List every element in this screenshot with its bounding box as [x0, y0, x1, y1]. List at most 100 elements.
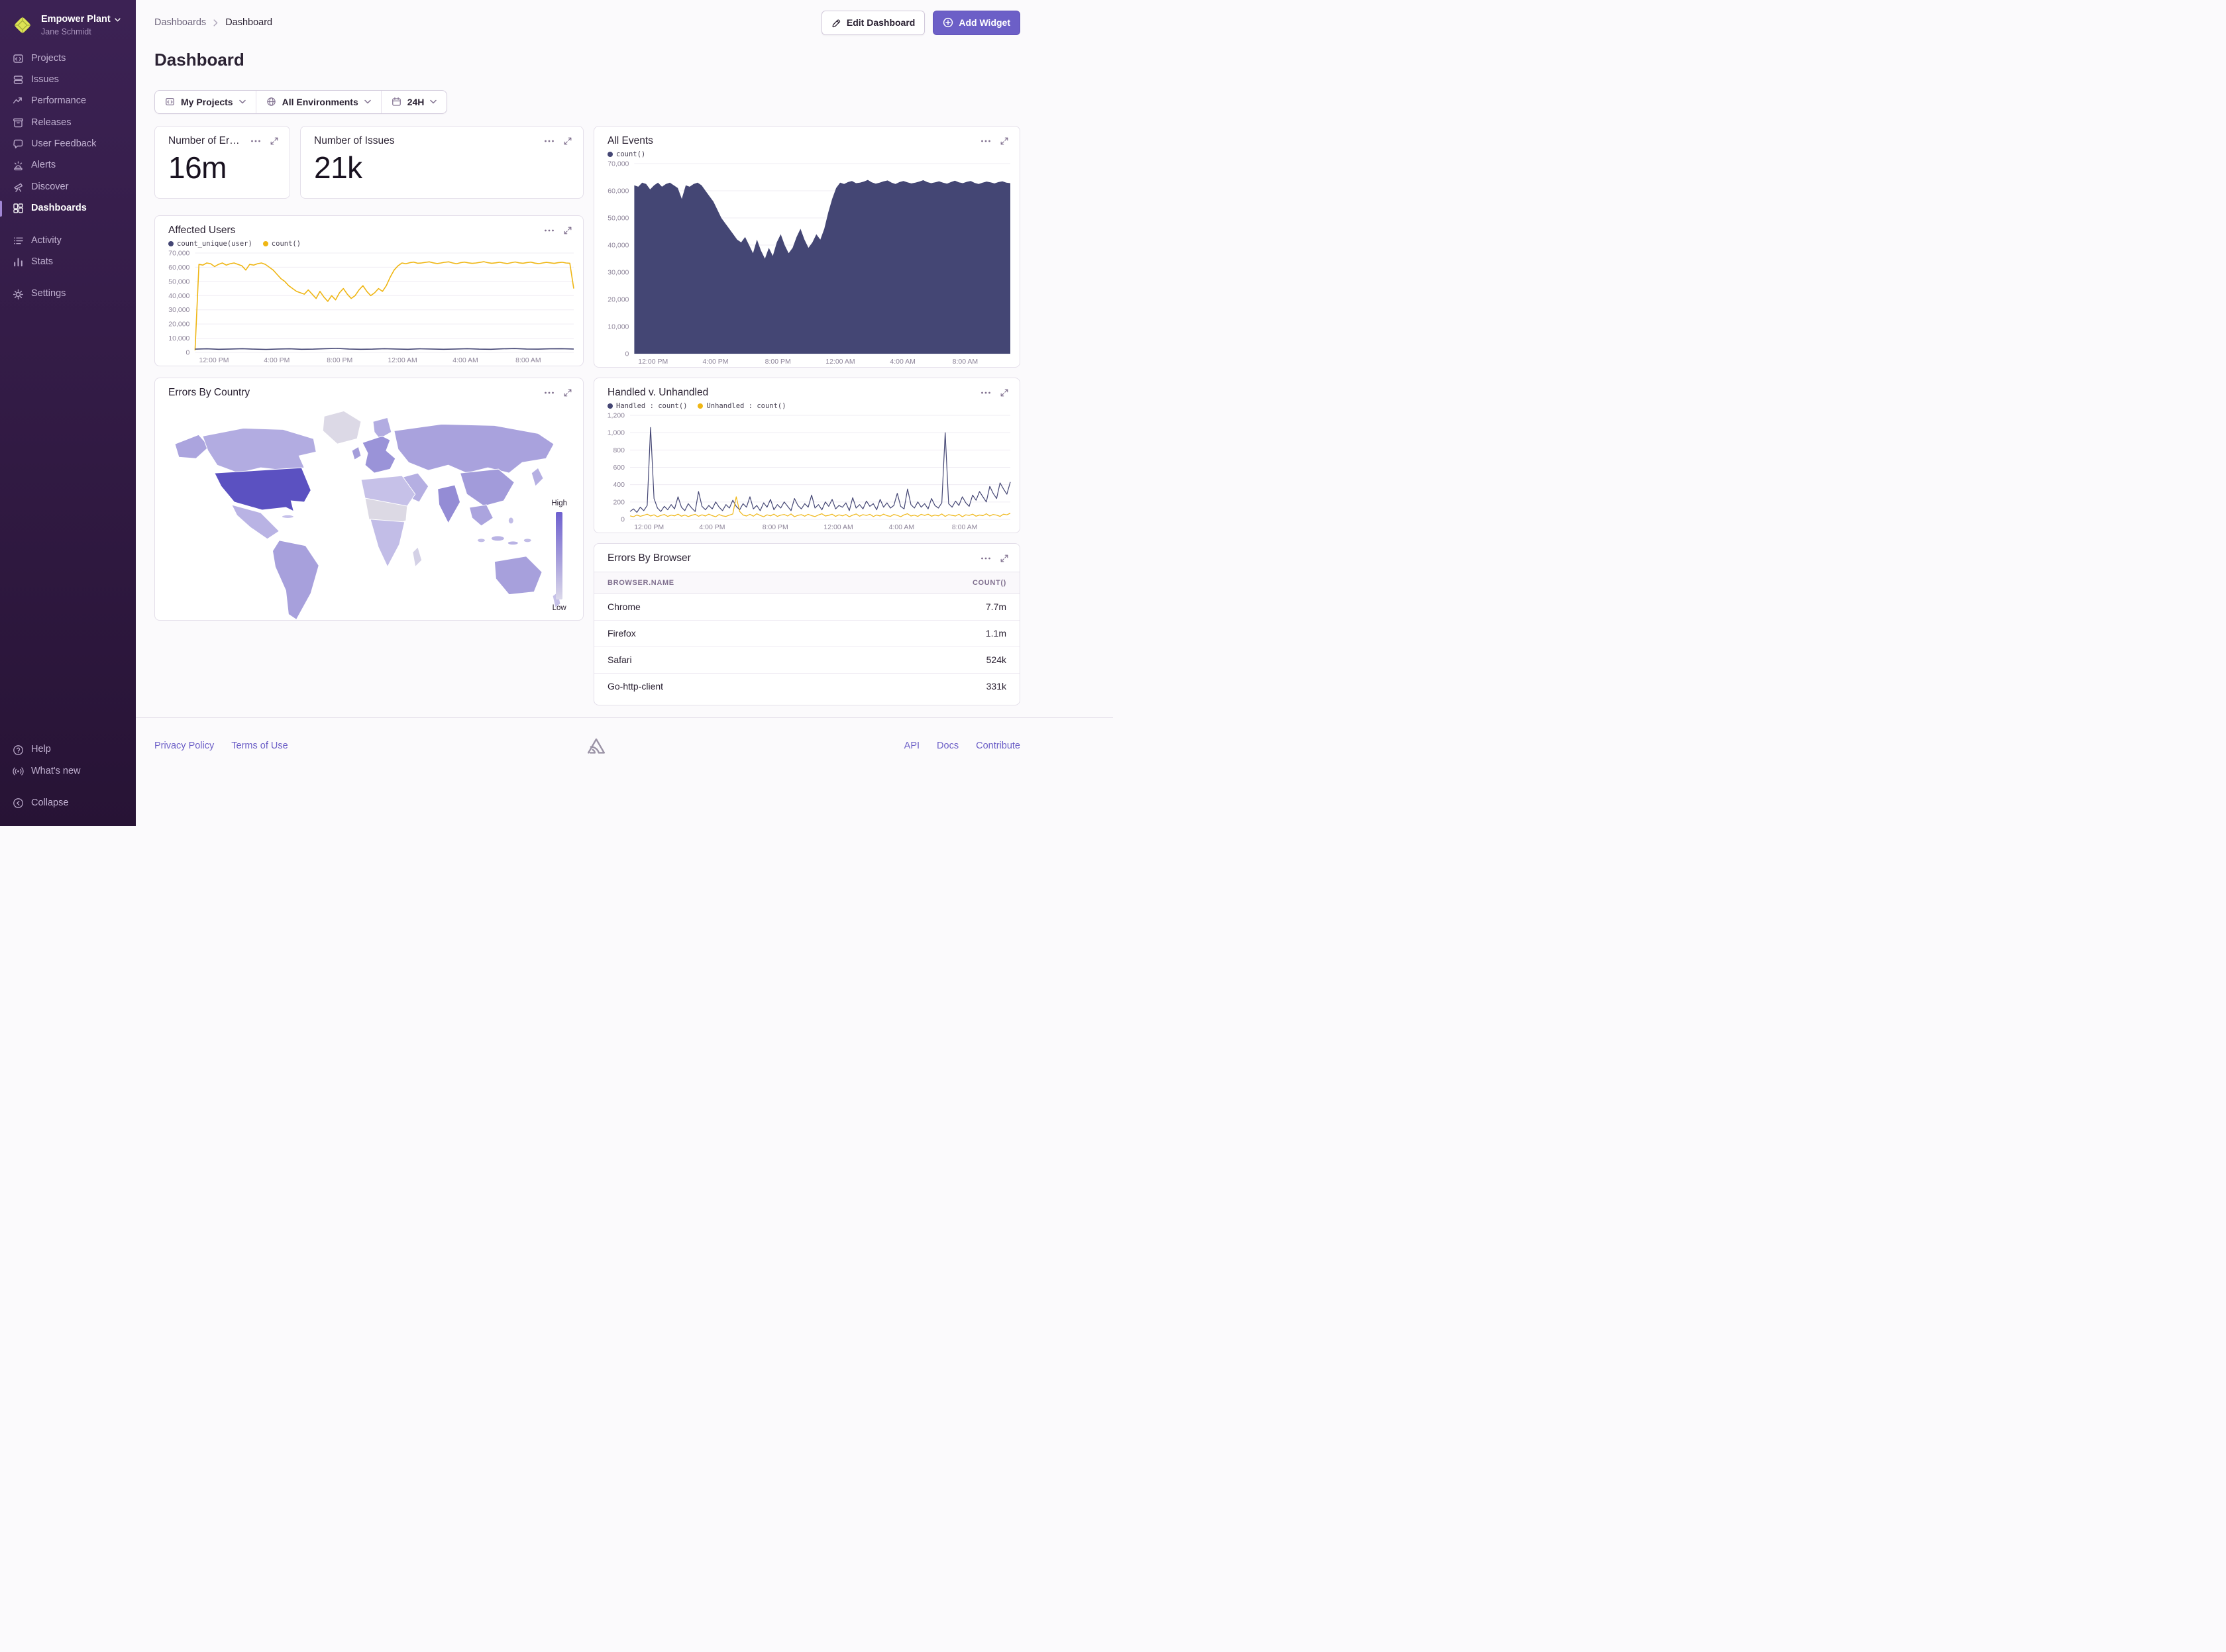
widget-expand-button[interactable] — [562, 387, 574, 399]
chart-legend: count() — [594, 147, 1020, 158]
table-row: Firefox 1.1m — [594, 620, 1020, 646]
sidebar-item-settings[interactable]: Settings — [0, 284, 136, 305]
sidebar-item-label: Releases — [31, 117, 71, 129]
dashboards-icon — [13, 203, 24, 214]
legend-label: Handled : count() — [616, 402, 687, 410]
sidebar-item-projects[interactable]: Projects — [0, 48, 136, 69]
widget-menu-button[interactable] — [543, 225, 555, 236]
svg-text:4:00 AM: 4:00 AM — [890, 358, 916, 366]
sidebar-item-help[interactable]: Help — [0, 739, 136, 760]
chevron-down-icon — [364, 99, 371, 104]
legend-low-label: Low — [553, 604, 566, 612]
widget-expand-button[interactable] — [268, 135, 280, 147]
filter-bar: My Projects All Environments 24H — [154, 90, 447, 114]
date-range-dropdown[interactable]: 24H — [381, 91, 447, 113]
svg-text:8:00 AM: 8:00 AM — [952, 523, 978, 531]
widget-menu-button[interactable] — [543, 387, 555, 399]
docs-link[interactable]: Docs — [937, 741, 959, 751]
sidebar-item-label: Discover — [31, 181, 68, 193]
breadcrumb-current: Dashboard — [225, 17, 272, 28]
sidebar-item-label: What's new — [31, 766, 81, 777]
calendar-icon — [392, 97, 401, 107]
legend-gradient-bar — [556, 512, 562, 599]
widget-all-events: All Events count() 010,00020,00030,00040… — [594, 126, 1020, 368]
widget-menu-button[interactable] — [980, 552, 992, 564]
widget-menu-button[interactable] — [543, 135, 555, 147]
svg-text:4:00 AM: 4:00 AM — [452, 356, 478, 364]
edit-dashboard-label: Edit Dashboard — [847, 17, 915, 28]
pencil-icon — [831, 18, 841, 28]
sidebar-item-alerts[interactable]: Alerts — [0, 155, 136, 176]
terms-of-use-link[interactable]: Terms of Use — [231, 741, 288, 751]
legend-dot — [608, 403, 613, 409]
errors-by-browser-table: BROWSER.NAME COUNT() Chrome 7.7m — [594, 572, 1020, 699]
svg-text:1,200: 1,200 — [608, 411, 625, 419]
add-widget-button[interactable]: Add Widget — [933, 11, 1020, 35]
breadcrumb-dashboards-link[interactable]: Dashboards — [154, 17, 206, 28]
sidebar-item-releases[interactable]: Releases — [0, 112, 136, 133]
sidebar-collapse-button[interactable]: Collapse — [0, 793, 136, 814]
contribute-link[interactable]: Contribute — [976, 741, 1020, 751]
widget-menu-button[interactable] — [980, 387, 992, 399]
widget-expand-button[interactable] — [562, 225, 574, 236]
sidebar-nav: Projects Issues Performance Releases Use… — [0, 48, 136, 305]
svg-text:8:00 PM: 8:00 PM — [765, 358, 791, 366]
projects-filter-icon — [165, 97, 175, 107]
browser-name-cell: Chrome — [594, 594, 853, 620]
broadcast-icon — [13, 766, 24, 777]
browser-name-cell: Go-http-client — [594, 673, 853, 699]
plus-circle-icon — [943, 17, 953, 28]
project-filter-dropdown[interactable]: My Projects — [155, 91, 256, 113]
svg-text:12:00 PM: 12:00 PM — [634, 523, 664, 531]
legend-high-label: High — [551, 499, 567, 507]
edit-dashboard-button[interactable]: Edit Dashboard — [822, 11, 925, 35]
big-number-value: 21k — [314, 151, 583, 185]
svg-text:0: 0 — [186, 348, 190, 356]
widget-expand-button[interactable] — [998, 387, 1010, 399]
sidebar-item-dashboards[interactable]: Dashboards — [0, 198, 136, 219]
table-row: Safari 524k — [594, 646, 1020, 673]
privacy-policy-link[interactable]: Privacy Policy — [154, 741, 214, 751]
sidebar-item-stats[interactable]: Stats — [0, 252, 136, 273]
chevron-down-icon — [239, 99, 246, 104]
breadcrumb: Dashboards Dashboard — [154, 17, 272, 28]
feedback-icon — [13, 138, 24, 150]
widget-number-of-issues: Number of Issues 21k — [300, 126, 584, 199]
environment-filter-value: All Environments — [282, 97, 358, 107]
environment-filter-dropdown[interactable]: All Environments — [256, 91, 381, 113]
all-events-chart: 010,00020,00030,00040,00050,00060,00070,… — [598, 160, 1013, 366]
widget-expand-button[interactable] — [562, 135, 574, 147]
sidebar-item-whats-new[interactable]: What's new — [0, 760, 136, 782]
activity-icon — [13, 235, 24, 246]
svg-text:200: 200 — [613, 498, 625, 506]
project-filter-value: My Projects — [181, 97, 233, 107]
org-switcher[interactable]: Empower Plant Jane Schmidt — [0, 9, 136, 48]
page-title: Dashboard — [154, 50, 1020, 70]
api-link[interactable]: API — [904, 741, 920, 751]
widget-menu-button[interactable] — [980, 135, 992, 147]
legend-label: Unhandled : count() — [706, 402, 786, 410]
widget-menu-button[interactable] — [250, 135, 262, 147]
sidebar-item-user-feedback[interactable]: User Feedback — [0, 134, 136, 155]
sidebar-item-discover[interactable]: Discover — [0, 176, 136, 197]
svg-text:0: 0 — [625, 350, 629, 358]
widget-expand-button[interactable] — [998, 552, 1010, 564]
sidebar-item-performance[interactable]: Performance — [0, 91, 136, 112]
svg-text:8:00 AM: 8:00 AM — [515, 356, 541, 364]
widget-expand-button[interactable] — [998, 135, 1010, 147]
svg-text:50,000: 50,000 — [168, 278, 189, 285]
count-cell: 524k — [853, 646, 1020, 673]
topbar: Dashboards Dashboard Edit Dashboard Add … — [154, 0, 1020, 35]
chevron-down-icon — [430, 99, 437, 104]
user-name: Jane Schmidt — [41, 27, 121, 36]
sidebar-item-label: Collapse — [31, 798, 68, 809]
widget-handled-unhandled: Handled v. Unhandled Handled : count() U… — [594, 378, 1020, 533]
sidebar-item-issues[interactable]: Issues — [0, 69, 136, 90]
table-row: Go-http-client 331k — [594, 673, 1020, 699]
svg-text:8:00 PM: 8:00 PM — [327, 356, 352, 364]
svg-text:60,000: 60,000 — [608, 187, 629, 195]
issues-icon — [13, 74, 24, 85]
help-icon — [13, 745, 24, 756]
sidebar-item-activity[interactable]: Activity — [0, 230, 136, 251]
world-map: High Low — [155, 399, 583, 636]
